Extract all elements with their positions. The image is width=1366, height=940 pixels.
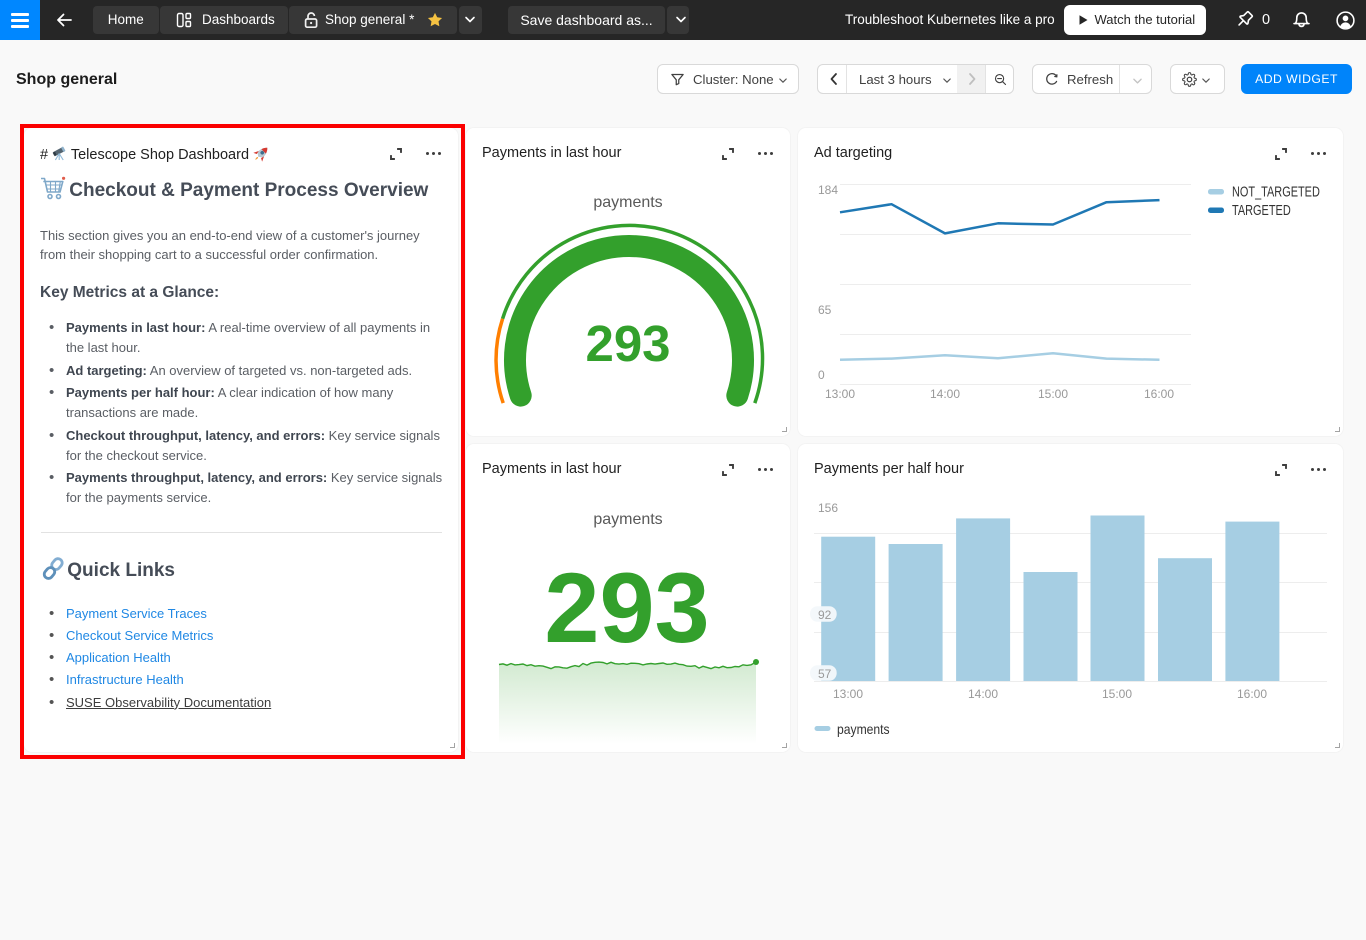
svg-text:15:00: 15:00 bbox=[1102, 687, 1132, 701]
svg-text:14:00: 14:00 bbox=[930, 387, 960, 401]
svg-text:14:00: 14:00 bbox=[968, 687, 998, 701]
svg-text:16:00: 16:00 bbox=[1144, 387, 1174, 401]
svg-text:65: 65 bbox=[818, 303, 832, 317]
svg-text:156: 156 bbox=[818, 501, 838, 515]
svg-text:15:00: 15:00 bbox=[1038, 387, 1068, 401]
svg-text:0: 0 bbox=[818, 368, 825, 382]
svg-text:16:00: 16:00 bbox=[1237, 687, 1267, 701]
svg-text:TARGETED: TARGETED bbox=[1232, 201, 1291, 218]
svg-text:13:00: 13:00 bbox=[825, 387, 855, 401]
svg-text:NOT_TARGETED: NOT_TARGETED bbox=[1232, 183, 1320, 200]
svg-text:184: 184 bbox=[818, 183, 838, 197]
svg-text:13:00: 13:00 bbox=[833, 687, 863, 701]
svg-text:payments: payments bbox=[837, 721, 890, 737]
svg-text:92: 92 bbox=[818, 608, 832, 622]
svg-text:57: 57 bbox=[818, 667, 832, 681]
